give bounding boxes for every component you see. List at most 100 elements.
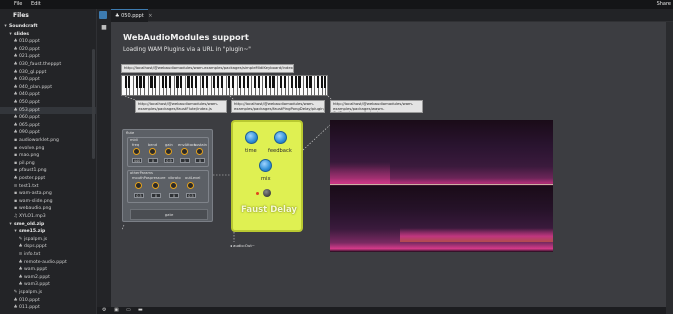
sidebar-scrollbar[interactable] bbox=[92, 49, 95, 159]
black-key[interactable] bbox=[213, 76, 216, 88]
tree-file[interactable]: ▪ mao.png bbox=[0, 152, 39, 160]
close-icon[interactable]: × bbox=[148, 13, 152, 19]
flute-synth-plugin[interactable]: flute midi freq bend gain envAttack sust… bbox=[122, 129, 213, 222]
black-key[interactable] bbox=[309, 76, 312, 88]
tree-file[interactable]: ♣040_plan.pppt bbox=[0, 84, 52, 92]
tree-file[interactable]: ♣011.pppt bbox=[0, 304, 39, 312]
tree-file[interactable]: ♣030.pppt bbox=[0, 76, 39, 84]
black-key[interactable] bbox=[246, 76, 249, 88]
bend-knob[interactable] bbox=[149, 148, 156, 155]
tree-file[interactable]: ♣wam.pppt bbox=[0, 266, 47, 274]
black-key[interactable] bbox=[253, 76, 257, 88]
tree-file[interactable]: ♣050.pppt bbox=[0, 99, 39, 107]
black-key[interactable] bbox=[231, 76, 234, 88]
pingpong-url[interactable]: http://localhost/@webaudiomodules/wam-ex… bbox=[231, 100, 325, 113]
tree-file[interactable]: ♣poster.pppt bbox=[0, 175, 45, 183]
tree-file[interactable]: ♣021.pppt bbox=[0, 53, 39, 61]
tree-file[interactable]: ≡ test1.txt bbox=[0, 183, 39, 191]
black-key[interactable] bbox=[205, 76, 209, 88]
tree-file[interactable]: ✎ jspalpm.js bbox=[0, 236, 48, 244]
black-key[interactable] bbox=[217, 76, 220, 88]
midi-keyboard[interactable] bbox=[121, 75, 328, 96]
share-button[interactable]: Share bbox=[657, 0, 671, 9]
tree-file[interactable]: ♣remote-audio.pppt bbox=[0, 259, 66, 267]
feedback-knob[interactable] bbox=[274, 131, 287, 144]
tree-file[interactable]: ♣010.pppt bbox=[0, 297, 39, 305]
value-field[interactable]: 0.9 bbox=[164, 158, 174, 163]
gain-knob[interactable] bbox=[165, 148, 172, 155]
tree-file[interactable]: ✎ jspalpm.js bbox=[0, 289, 43, 297]
black-key[interactable] bbox=[294, 76, 297, 88]
black-key[interactable] bbox=[150, 76, 153, 88]
folder-icon[interactable] bbox=[99, 11, 107, 19]
black-key[interactable] bbox=[268, 76, 271, 88]
black-key[interactable] bbox=[139, 76, 142, 88]
tree-file[interactable]: ♣020.pppt bbox=[0, 46, 39, 54]
tree-file[interactable]: ▪ wam-asta.png bbox=[0, 190, 52, 198]
black-key[interactable] bbox=[176, 76, 179, 88]
tree-file[interactable]: ▪ pil.png bbox=[0, 160, 35, 168]
freq-knob[interactable] bbox=[133, 148, 140, 155]
tree-file[interactable]: ▪ pfaust1.png bbox=[0, 167, 47, 175]
black-key[interactable] bbox=[161, 76, 164, 88]
tree-file[interactable]: ♣040.pppt bbox=[0, 91, 39, 99]
tree-folder[interactable]: ▾ sme15.zip bbox=[0, 228, 45, 236]
tree-file[interactable]: ♣090.pppt bbox=[0, 129, 39, 137]
black-key[interactable] bbox=[191, 76, 194, 88]
black-key[interactable] bbox=[272, 76, 275, 88]
sustain-knob[interactable] bbox=[196, 148, 203, 155]
terminal-icon[interactable]: ▭ bbox=[126, 308, 131, 313]
black-key[interactable] bbox=[324, 76, 327, 88]
menu-edit[interactable]: Edit bbox=[31, 0, 41, 9]
black-key[interactable] bbox=[290, 76, 294, 88]
value-field[interactable]: 0.5 bbox=[134, 193, 144, 198]
black-key[interactable] bbox=[320, 76, 323, 88]
settings-icon[interactable]: ⚙ bbox=[102, 308, 107, 313]
pressure-knob[interactable] bbox=[152, 182, 159, 189]
value-field[interactable]: 0 bbox=[151, 193, 161, 198]
value-field[interactable]: 440 bbox=[132, 158, 142, 163]
black-key[interactable] bbox=[283, 76, 286, 88]
black-key[interactable] bbox=[202, 76, 205, 88]
black-key[interactable] bbox=[135, 76, 138, 88]
black-key[interactable] bbox=[242, 76, 246, 88]
black-key[interactable] bbox=[128, 76, 131, 88]
tree-file[interactable]: ♣dsps.pppt bbox=[0, 243, 46, 251]
black-key[interactable] bbox=[316, 76, 319, 88]
tree-file[interactable]: ▪ webaudio.png bbox=[0, 205, 51, 213]
gate-button[interactable]: gate bbox=[130, 209, 208, 220]
black-key[interactable] bbox=[187, 76, 190, 88]
audio-out-node[interactable]: ◂ audio:Out~ bbox=[230, 243, 255, 248]
tree-file[interactable]: ♣030_faust.thepppt bbox=[0, 61, 61, 69]
value-field[interactable]: 0 bbox=[169, 193, 179, 198]
menu-file[interactable]: File bbox=[14, 0, 22, 9]
value-field[interactable]: 0 bbox=[195, 158, 205, 163]
spectrogram-url[interactable]: http://localhost/@webaudiomodules/wam-ex… bbox=[330, 100, 423, 113]
black-key[interactable] bbox=[165, 76, 168, 88]
faust-delay-pedal[interactable]: time feedback mix Faust Delay bbox=[231, 120, 303, 232]
tree-file[interactable]: ▪ audioworklet.png bbox=[0, 137, 59, 145]
tree-file[interactable]: ▪ evolve.png bbox=[0, 145, 44, 153]
vibrato-knob[interactable] bbox=[170, 182, 177, 189]
black-key[interactable] bbox=[279, 76, 283, 88]
tree-folder[interactable]: ▾ slides bbox=[0, 31, 29, 39]
tree-file[interactable]: ♣065.pppt bbox=[0, 122, 39, 130]
keyboard-url[interactable]: http://localhost/@webaudiomodules/wam-ex… bbox=[121, 64, 294, 73]
envattack-knob[interactable] bbox=[181, 148, 188, 155]
panel-icon[interactable]: ■ bbox=[101, 25, 107, 31]
black-key[interactable] bbox=[124, 76, 127, 88]
tree-folder[interactable]: ▾ sme_old.zip bbox=[0, 221, 44, 229]
value-field[interactable]: 0 bbox=[148, 158, 158, 163]
black-key[interactable] bbox=[194, 76, 198, 88]
black-key[interactable] bbox=[168, 76, 172, 88]
black-key[interactable] bbox=[220, 76, 223, 88]
black-key[interactable] bbox=[228, 76, 231, 88]
mix-knob[interactable] bbox=[259, 159, 272, 172]
black-key[interactable] bbox=[305, 76, 308, 88]
black-key[interactable] bbox=[298, 76, 301, 88]
black-key[interactable] bbox=[257, 76, 260, 88]
tree-file[interactable]: ▪ wam-slide.png bbox=[0, 198, 53, 206]
black-key[interactable] bbox=[239, 76, 242, 88]
lock-icon[interactable]: ▣ bbox=[114, 308, 119, 313]
black-key[interactable] bbox=[154, 76, 157, 88]
